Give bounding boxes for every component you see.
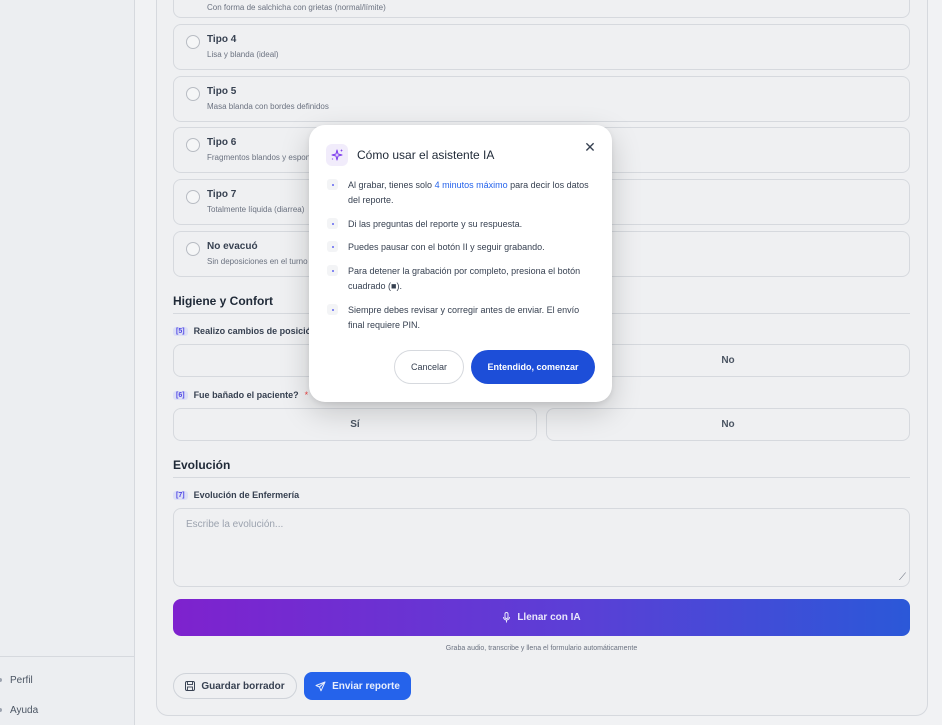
confirm-start-button[interactable]: Entendido, comenzar bbox=[471, 350, 595, 384]
instruction-item: Di las preguntas del reporte y su respue… bbox=[327, 217, 597, 232]
bullet-icon bbox=[327, 179, 338, 190]
instruction-text: Para detener la grabación por completo, … bbox=[348, 266, 581, 291]
instruction-item: Para detener la grabación por completo, … bbox=[327, 264, 597, 294]
cancel-button[interactable]: Cancelar bbox=[394, 350, 464, 384]
ai-assistant-modal: Cómo usar el asistente IA ✕ Al grabar, t… bbox=[309, 125, 612, 402]
close-icon[interactable]: ✕ bbox=[583, 139, 597, 155]
instruction-item: Siempre debes revisar y corregir antes d… bbox=[327, 303, 597, 333]
instruction-text: Siempre debes revisar y corregir antes d… bbox=[348, 305, 580, 330]
modal-title: Cómo usar el asistente IA bbox=[357, 148, 495, 162]
instruction-text: Puedes pausar con el botón II y seguir g… bbox=[348, 242, 545, 252]
instruction-text: Al grabar, tienes solo bbox=[348, 180, 435, 190]
bullet-icon bbox=[327, 265, 338, 276]
bullet-icon bbox=[327, 241, 338, 252]
bullet-icon bbox=[327, 218, 338, 229]
instruction-text: Di las preguntas del reporte y su respue… bbox=[348, 219, 523, 229]
bullet-icon bbox=[327, 304, 338, 315]
instruction-item: Puedes pausar con el botón II y seguir g… bbox=[327, 240, 597, 255]
instruction-highlight: 4 minutos máximo bbox=[434, 180, 508, 190]
instruction-item: Al grabar, tienes solo 4 minutos máximo … bbox=[327, 178, 597, 208]
sparkles-icon bbox=[326, 144, 348, 166]
